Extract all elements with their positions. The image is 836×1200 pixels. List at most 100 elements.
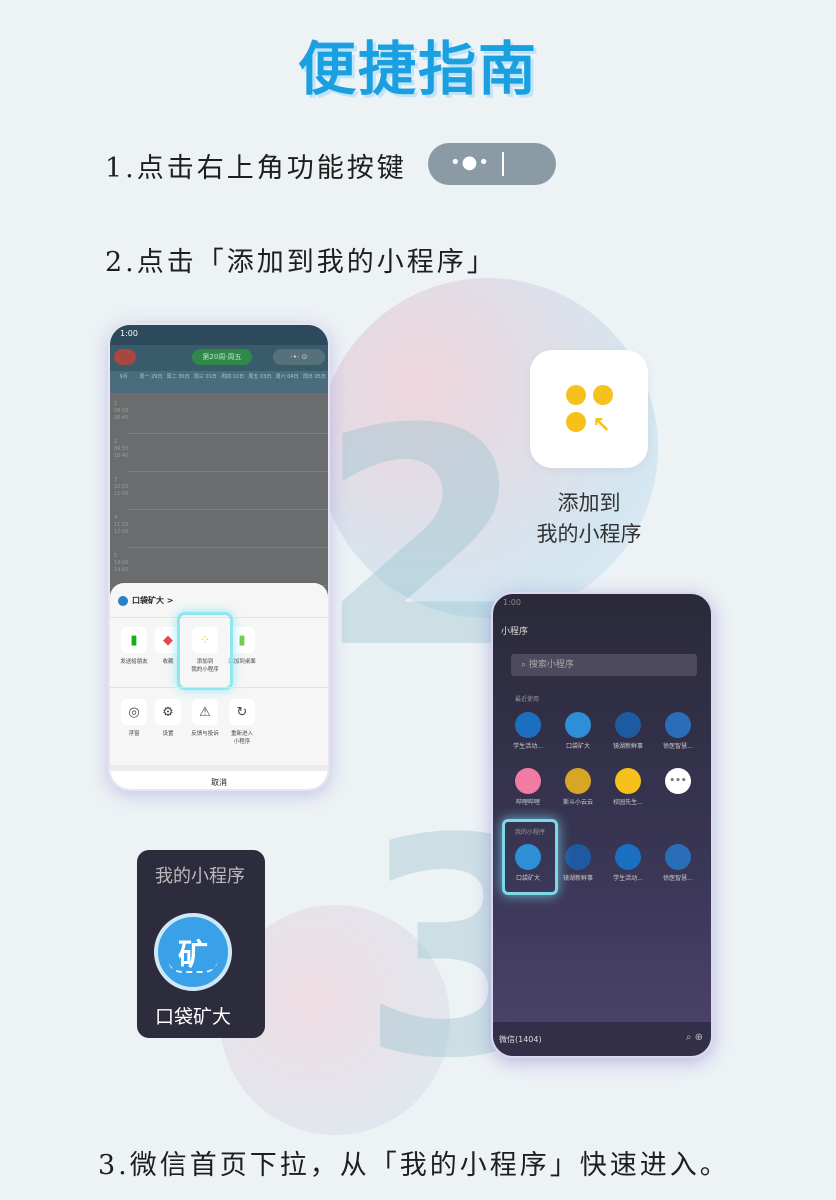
warning-icon: ⚠	[192, 699, 218, 725]
grid-line	[128, 509, 328, 510]
app-icon	[665, 712, 691, 738]
app-label: 斯斗小云云	[562, 799, 593, 806]
status-time: 1:00	[503, 598, 521, 607]
app-label: 镜湖新鲜事	[612, 743, 643, 750]
action-reenter: ↻ 重新进入 小程序	[224, 699, 260, 745]
dot-icon	[566, 412, 586, 432]
status-time: 1:00	[120, 329, 138, 338]
label-line: 我的小程序	[536, 522, 642, 546]
app-icon	[615, 844, 641, 870]
app-label: 学生活动...	[513, 743, 543, 750]
status-bar: 1:00	[110, 325, 328, 345]
action-send-friend: ▮ 发送给朋友	[116, 627, 152, 665]
app-name: 口袋矿大	[155, 1006, 232, 1028]
day-header-cell: 9月	[119, 374, 128, 380]
phone-screenshot-share-menu: 1:00 第20周·周五 ·•· ⊙ 9月 周一 29日 周二 30日 周三 01日周…	[108, 323, 330, 791]
capsule-divider	[502, 152, 504, 176]
gear-icon: ⚙	[155, 699, 181, 725]
step-three-text: 3.微信首页下拉，从「我的小程序」快速进入。	[98, 1150, 730, 1181]
wechat-bottom-bar: 微信(1404) ⌕ ⊕	[493, 1022, 711, 1056]
action-label: 重新进入 小程序	[230, 731, 253, 745]
action-label: 反馈与投诉	[191, 731, 219, 737]
miniprogram-app: 徐医智慧...	[657, 844, 699, 882]
add-miniprogram-card: ↗	[530, 350, 648, 468]
grid-line	[128, 471, 328, 472]
card-title: 我的小程序	[155, 866, 245, 887]
app-label: 口袋矿大	[565, 743, 590, 750]
miniprogram-app: 镜湖新鲜事	[607, 712, 649, 750]
miniprogram-app: 斯斗小云云	[557, 768, 599, 806]
menu-capsule: ·•· ⊙	[273, 349, 325, 365]
day-header-cell: 周五 03日	[248, 374, 272, 380]
app-icon	[615, 712, 641, 738]
more-icon: •••	[665, 768, 691, 794]
app-icon	[515, 712, 541, 738]
highlight-frame	[177, 612, 233, 690]
wechat-label: 微信(1404)	[499, 1035, 542, 1044]
miniprogram-app: 学生活动...	[607, 844, 649, 882]
step-two-text: 2.点击「添加到我的小程序」	[105, 247, 497, 278]
app-icon	[515, 768, 541, 794]
action-float: ◎ 浮窗	[116, 699, 152, 737]
label-line: 添加到	[557, 491, 621, 515]
day-header-cell: 周六 04日	[275, 374, 299, 380]
grid-line	[128, 547, 328, 548]
search-placeholder: 搜索小程序	[528, 660, 574, 670]
search-add-icons: ⌕ ⊕	[685, 1032, 703, 1043]
day-header-cell: 周日 05日	[302, 374, 326, 380]
share-action-sheet: 口袋矿大 > ▮ 发送给朋友 ◆ 收藏 ⁘ 添加到 我的小程序 ▮ 添加到桌面 ◎ 浮窗 …	[110, 583, 328, 789]
action-label: 设置	[162, 731, 174, 737]
app-label: 哔哩哔哩	[515, 799, 540, 806]
app-logo-icon: 矿	[154, 913, 232, 991]
panel-title: 小程序	[501, 627, 529, 637]
step-one-text: 1.点击右上角功能按键	[105, 153, 407, 184]
more-dots-icon: •●•	[450, 152, 490, 173]
my-section-label: 我的小程序	[515, 829, 546, 836]
app-label: 校园先生...	[613, 799, 643, 806]
app-icon	[665, 844, 691, 870]
action-label: 浮窗	[128, 731, 140, 737]
share-icon: ▮	[121, 627, 147, 653]
miniprogram-app: •••	[657, 768, 699, 797]
week-label: 第20周·周五	[192, 349, 252, 365]
page-title: 便捷指南	[297, 35, 538, 103]
day-header-cell: 周二 30日	[166, 374, 190, 380]
miniprogram-app: 学生活动...	[507, 712, 549, 750]
app-icon	[565, 712, 591, 738]
action-feedback: ⚠ 反馈与投诉	[187, 699, 223, 737]
miniprogram-app: 口袋矿大	[557, 712, 599, 750]
record-button	[114, 349, 136, 365]
search-input: ⌕ 搜索小程序	[511, 654, 697, 676]
app-icon	[615, 768, 641, 794]
action-settings: ⚙ 设置	[150, 699, 186, 737]
action-label: 发送给朋友	[120, 659, 148, 665]
time-slot-label: 3 10:15 11:00	[114, 477, 129, 497]
my-miniprogram-card: 我的小程序 矿 口袋矿大	[137, 850, 265, 1038]
grid-line	[128, 433, 328, 434]
cancel-button: 取消	[110, 765, 328, 789]
app-label: 镜湖新鲜事	[562, 875, 593, 882]
timetable-grid: 1 08:00 08:45 2 09:55 10:40 3 10:15 11:00 4…	[110, 393, 328, 603]
time-slot-label: 2 09:55 10:40	[114, 439, 129, 459]
dot-icon	[566, 385, 586, 405]
more-menu-capsule: •●•	[428, 143, 556, 185]
app-icon	[565, 844, 591, 870]
miniprogram-app: 校园先生...	[607, 768, 649, 806]
app-logo-icon	[118, 595, 128, 606]
reload-icon: ↻	[229, 699, 255, 725]
dot-icon	[593, 385, 613, 405]
timetable-header: 第20周·周五 ·•· ⊙	[110, 345, 328, 371]
miniprogram-app: 徐医智慧...	[657, 712, 699, 750]
time-slot-label: 1 08:00 08:45	[114, 401, 129, 421]
recent-section-label: 最近使用	[515, 696, 540, 703]
arrow-icon: ↗	[590, 415, 616, 434]
app-label: 徐医智慧...	[663, 743, 693, 750]
app-label: 学生活动...	[613, 875, 643, 882]
app-icon	[565, 768, 591, 794]
app-label: 徐医智慧...	[663, 875, 693, 882]
day-header-cell: 周四 02日	[221, 374, 245, 380]
divider	[110, 687, 328, 688]
status-bar: 1:00	[493, 594, 711, 614]
float-icon: ◎	[121, 699, 147, 725]
day-header-row: 9月 周一 29日 周二 30日 周三 01日 周四 02日 周五 03日 周六 04日 周日…	[110, 371, 328, 393]
